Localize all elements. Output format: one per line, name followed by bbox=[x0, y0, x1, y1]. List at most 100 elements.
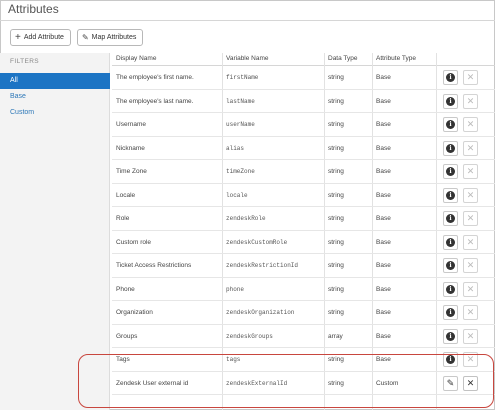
column-header-attribute-type[interactable]: Attribute Type bbox=[376, 55, 416, 62]
close-icon: ✕ bbox=[466, 236, 475, 247]
data-type-cell: string bbox=[328, 191, 344, 199]
info-button[interactable]: i bbox=[443, 164, 458, 179]
sidebar-item-all[interactable]: All bbox=[0, 73, 110, 89]
table-row: The employee's first name. firstName strin… bbox=[112, 66, 495, 90]
delete-button[interactable]: ✕ bbox=[463, 93, 478, 109]
info-icon: i bbox=[446, 96, 455, 106]
table-row: Role zendeskRole string Base i ✕ bbox=[112, 207, 495, 231]
close-icon: ✕ bbox=[466, 307, 475, 317]
info-icon: i bbox=[446, 73, 455, 82]
delete-button[interactable]: ✕ bbox=[463, 211, 478, 226]
variable-name-cell: firstName bbox=[226, 74, 259, 81]
close-icon: ✕ bbox=[466, 283, 475, 294]
display-name-cell: Nickname bbox=[116, 144, 145, 152]
info-icon: i bbox=[446, 120, 455, 129]
variable-name-cell: phone bbox=[226, 285, 245, 293]
info-button[interactable]: i bbox=[443, 93, 458, 109]
data-type-cell: array bbox=[328, 332, 343, 340]
delete-button[interactable]: ✕ bbox=[463, 281, 478, 297]
column-header-display-name[interactable]: Display Name bbox=[116, 55, 156, 62]
info-button[interactable]: i bbox=[443, 211, 458, 226]
display-name-cell: Organization bbox=[116, 309, 153, 316]
variable-name-cell: zendeskRestrictionId bbox=[226, 262, 299, 269]
attribute-type-cell: Base bbox=[376, 215, 391, 222]
display-name-cell: The employee's last name. bbox=[116, 97, 194, 105]
close-icon: ✕ bbox=[466, 95, 475, 106]
table-row: Nickname alias string Base i ✕ bbox=[112, 137, 495, 160]
info-icon: i bbox=[446, 143, 455, 153]
display-name-cell: Locale bbox=[116, 191, 136, 199]
delete-button[interactable]: ✕ bbox=[463, 70, 478, 85]
table-row: Groups zendeskGroups array Base i ✕ bbox=[112, 325, 495, 348]
info-button[interactable]: i bbox=[443, 234, 458, 250]
data-type-cell: string bbox=[328, 168, 344, 175]
info-button[interactable]: i bbox=[443, 328, 458, 344]
data-type-cell: string bbox=[328, 262, 344, 269]
attribute-type-cell: Base bbox=[376, 121, 391, 128]
display-name-cell: The employee's first name. bbox=[116, 74, 194, 81]
variable-name-cell: lastName bbox=[226, 97, 255, 105]
data-type-cell: string bbox=[328, 309, 344, 316]
variable-name-cell: zendeskRole bbox=[226, 215, 266, 222]
variable-name-cell: userName bbox=[226, 121, 255, 128]
display-name-cell: Username bbox=[116, 121, 146, 128]
data-type-cell: string bbox=[328, 285, 344, 293]
display-name-cell: Ticket Access Restrictions bbox=[116, 262, 192, 269]
info-button[interactable]: i bbox=[443, 281, 458, 297]
data-type-cell: string bbox=[328, 144, 344, 152]
delete-button[interactable]: ✕ bbox=[463, 328, 478, 344]
table-row: Organization zendeskOrganization string Bas… bbox=[112, 301, 495, 325]
column-header-variable-name[interactable]: Variable Name bbox=[226, 55, 269, 62]
info-button[interactable]: i bbox=[443, 258, 458, 273]
delete-button[interactable]: ✕ bbox=[463, 258, 478, 273]
delete-button[interactable]: ✕ bbox=[463, 117, 478, 132]
sidebar-item-base[interactable]: Base bbox=[0, 89, 110, 105]
display-name-cell: Time Zone bbox=[116, 168, 147, 175]
info-icon: i bbox=[446, 214, 455, 223]
map-attributes-button[interactable]: ✎ Map Attributes bbox=[76, 29, 144, 46]
close-icon: ✕ bbox=[466, 119, 475, 129]
variable-name-cell: zendeskOrganization bbox=[226, 309, 295, 316]
close-icon: ✕ bbox=[466, 260, 475, 270]
delete-button[interactable]: ✕ bbox=[463, 140, 478, 156]
table-row: The employee's last name. lastName string B… bbox=[112, 90, 495, 113]
info-icon: i bbox=[446, 167, 455, 176]
toolbar: + Add Attribute ✎ Map Attributes bbox=[10, 29, 144, 46]
table-row: Phone phone string Base i ✕ bbox=[112, 278, 495, 301]
attribute-type-cell: Base bbox=[376, 332, 391, 340]
variable-name-cell: zendeskCustomRole bbox=[226, 238, 288, 246]
info-button[interactable]: i bbox=[443, 140, 458, 156]
title-divider bbox=[0, 20, 495, 21]
data-type-cell: string bbox=[328, 215, 344, 222]
info-button[interactable]: i bbox=[443, 70, 458, 85]
data-type-cell: string bbox=[328, 97, 344, 105]
close-icon: ✕ bbox=[466, 166, 475, 176]
table-row: Locale locale string Base i ✕ bbox=[112, 184, 495, 207]
column-header-data-type[interactable]: Data Type bbox=[328, 55, 358, 62]
info-button[interactable]: i bbox=[443, 187, 458, 203]
info-icon: i bbox=[446, 237, 455, 247]
table-row: Username userName string Base i ✕ bbox=[112, 113, 495, 137]
display-name-cell: Groups bbox=[116, 332, 138, 340]
data-type-cell: string bbox=[328, 238, 344, 246]
info-button[interactable]: i bbox=[443, 305, 458, 320]
delete-button[interactable]: ✕ bbox=[463, 164, 478, 179]
table-header: Display Name Variable Name Data Type Att… bbox=[112, 53, 495, 66]
info-icon: i bbox=[446, 261, 455, 270]
data-type-cell: string bbox=[328, 74, 344, 81]
info-icon: i bbox=[446, 284, 455, 294]
attribute-type-cell: Base bbox=[376, 74, 391, 81]
delete-button[interactable]: ✕ bbox=[463, 305, 478, 320]
attribute-type-cell: Base bbox=[376, 168, 391, 175]
close-icon: ✕ bbox=[466, 72, 475, 82]
attribute-type-cell: Base bbox=[376, 191, 391, 199]
table-row: Time Zone timeZone string Base i ✕ bbox=[112, 160, 495, 184]
add-attribute-button[interactable]: + Add Attribute bbox=[10, 29, 71, 46]
attribute-type-cell: Base bbox=[376, 309, 391, 316]
delete-button[interactable]: ✕ bbox=[463, 234, 478, 250]
sidebar-item-custom[interactable]: Custom bbox=[0, 105, 110, 121]
attribute-type-cell: Base bbox=[376, 238, 391, 246]
info-button[interactable]: i bbox=[443, 117, 458, 132]
delete-button[interactable]: ✕ bbox=[463, 187, 478, 203]
attribute-type-cell: Base bbox=[376, 262, 391, 269]
